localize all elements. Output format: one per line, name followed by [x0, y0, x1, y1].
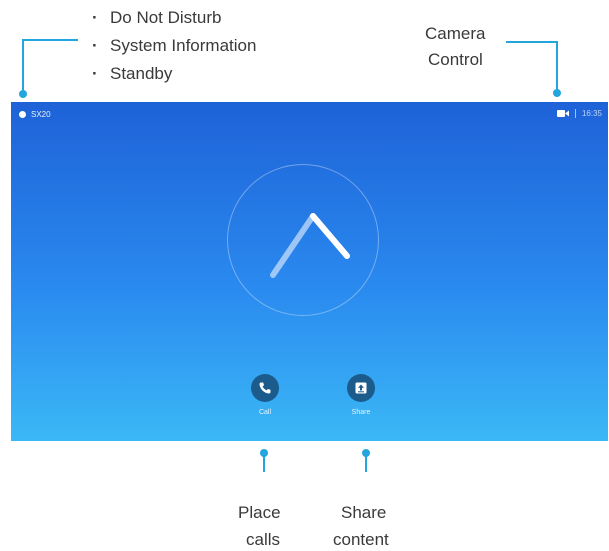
annotation-share-content-line2: content — [333, 530, 389, 549]
divider — [574, 109, 576, 118]
system-name: SX20 — [31, 110, 51, 119]
share-button[interactable] — [347, 374, 375, 402]
video-camera-icon[interactable] — [556, 109, 569, 118]
call-button[interactable] — [251, 374, 279, 402]
leader-line-camera — [506, 41, 558, 43]
leader-line-status — [22, 39, 78, 41]
swipe-up-chevron-icon[interactable] — [227, 164, 377, 314]
annotation-system-information: System Information — [92, 36, 256, 64]
system-status-button[interactable]: SX20 — [19, 110, 51, 119]
annotation-standby: Standby — [92, 64, 256, 92]
annotation-place-calls-line2: calls — [246, 530, 281, 549]
clock: 16:35 — [581, 109, 602, 118]
leader-dot-camera — [553, 89, 561, 97]
annotation-do-not-disturb: Do Not Disturb — [92, 8, 256, 36]
info-dot-icon — [19, 111, 26, 118]
annotation-share-content-line1: Share — [341, 503, 387, 522]
leader-line-status-vertical — [22, 39, 24, 94]
annotation-camera-control-line1: Camera — [425, 24, 486, 43]
share-upload-icon — [355, 382, 367, 394]
leader-line-camera-vertical — [556, 41, 558, 93]
device-screen: SX20 16:35 Call Share — [11, 102, 608, 441]
annotation-camera-control-line2: Control — [428, 50, 483, 69]
call-label: Call — [258, 409, 272, 416]
phone-icon — [259, 382, 271, 394]
leader-line-share — [365, 452, 367, 472]
leader-dot-status — [19, 90, 27, 98]
call-action[interactable]: Call — [245, 374, 285, 416]
status-right: 16:35 — [556, 109, 602, 118]
status-menu-annotation: Do Not Disturb System Information Standb… — [92, 8, 256, 92]
leader-line-call — [263, 452, 265, 472]
annotation-place-calls-line1: Place — [238, 503, 281, 522]
share-action[interactable]: Share — [341, 374, 381, 416]
share-label: Share — [351, 409, 371, 416]
